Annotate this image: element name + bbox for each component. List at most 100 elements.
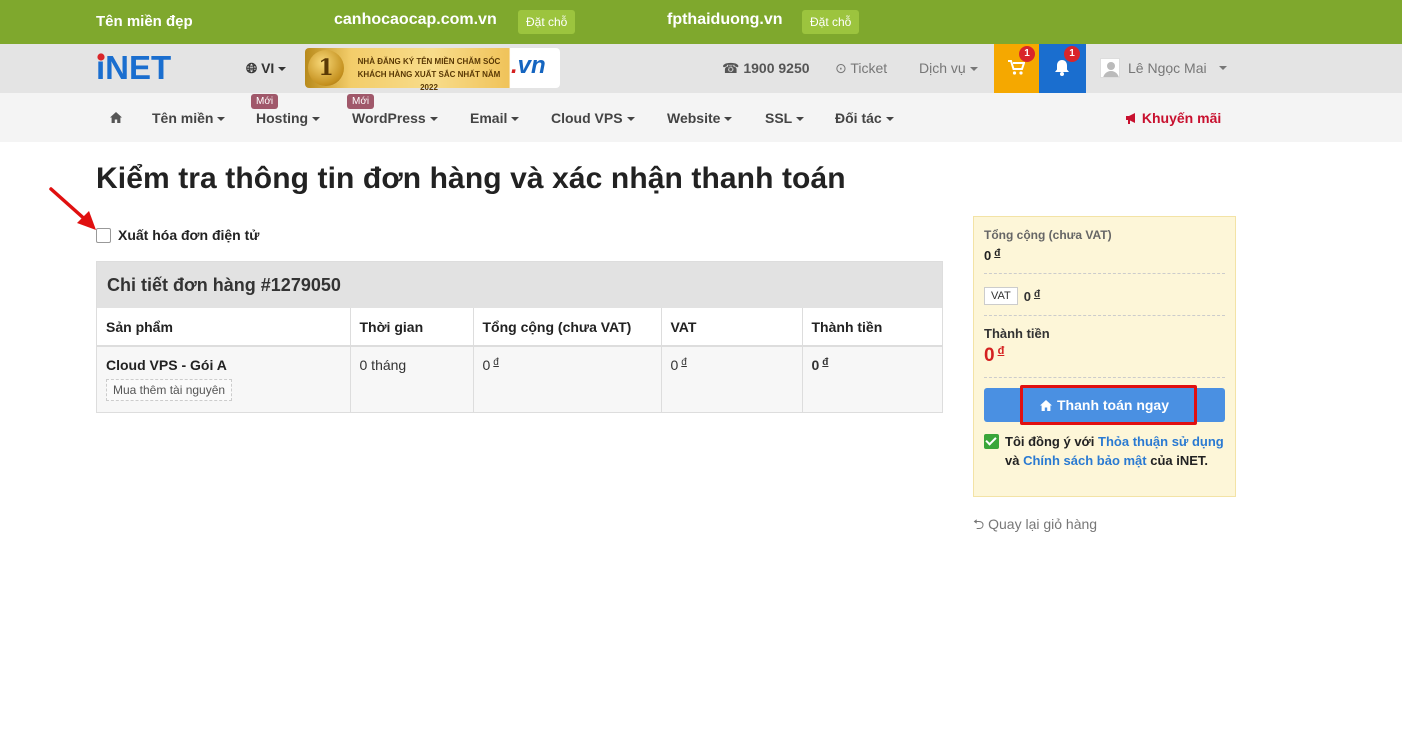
banner-line-1: NHÀ ĐĂNG KÝ TÊN MIỀN CHĂM SÓC (357, 57, 501, 66)
lifebuoy-icon: ⊙ (835, 60, 847, 76)
main-nav: Tên miền Mới Hosting Mới WordPress Email… (0, 93, 1402, 142)
nav-item-domain[interactable]: Tên miền (152, 110, 226, 126)
hotline[interactable]: ☎︎ 1900 9250 (722, 60, 810, 77)
nav-item-ssl[interactable]: SSL (765, 110, 805, 126)
logo-dot (97, 53, 105, 61)
chevron-down-icon (626, 117, 635, 122)
promo-title[interactable]: Tên miền đẹp (96, 13, 193, 30)
nav-item-website[interactable]: Website (667, 110, 733, 126)
notification-button[interactable]: 1 (1039, 44, 1086, 93)
inet-logo[interactable]: iNET (96, 52, 202, 84)
nav-item-email[interactable]: Email (470, 110, 520, 126)
hotline-number: 1900 9250 (743, 60, 810, 76)
nav-item-hosting[interactable]: Hosting (256, 110, 321, 126)
user-name: Lê Ngọc Mai (1128, 60, 1207, 76)
order-summary: Tổng cộng (chưa VAT) 0đ VAT 0đ Thành tiề… (973, 216, 1236, 497)
phone-icon: ☎︎ (722, 60, 740, 76)
product-name: Cloud VPS - Gói A (106, 357, 227, 373)
total-value: 0 (811, 357, 820, 373)
medal-icon: 1 (308, 50, 344, 86)
chevron-down-icon (724, 117, 733, 122)
red-arrow-annotation (49, 187, 96, 230)
chevron-down-icon (278, 67, 287, 72)
subtotal-cell: 0đ (473, 346, 662, 412)
chevron-down-icon (796, 117, 805, 122)
bell-icon (1055, 60, 1069, 76)
reserve-button-1[interactable]: Đặt chỗ (518, 10, 576, 34)
currency-symbol: đ (681, 357, 687, 368)
home-icon[interactable] (110, 112, 122, 123)
terms-link[interactable]: Thỏa thuận sử dụng (1098, 434, 1224, 449)
nav-label: Hosting (256, 110, 309, 126)
column-header: Thời gian (350, 308, 474, 347)
agree-and: và (1005, 453, 1020, 468)
vat-tag: VAT (984, 287, 1018, 305)
e-invoice-option[interactable]: Xuất hóa đơn điện tử (96, 227, 259, 243)
banner-text: NHÀ ĐĂNG KÝ TÊN MIỀN CHĂM SÓC KHÁCH HÀNG… (349, 55, 509, 94)
ticket-link[interactable]: ⊙ Ticket (835, 60, 887, 77)
promo-bar: Tên miền đẹp canhocaocap.com.vn Đặt chỗ … (0, 0, 1402, 44)
table-header-row: Sản phẩm Thời gian Tổng cộng (chưa VAT) … (97, 308, 942, 347)
vat-cell: 0đ (661, 346, 803, 412)
notification-count-badge: 1 (1064, 46, 1080, 62)
agree-checkbox[interactable] (984, 434, 999, 449)
banner-line-2: KHÁCH HÀNG XUẤT SẮC NHẤT NĂM 2022 (357, 70, 501, 92)
promo-domain-2[interactable]: fpthaiduong.vn (667, 11, 783, 29)
privacy-link[interactable]: Chính sách bảo mật (1023, 453, 1147, 468)
e-invoice-label: Xuất hóa đơn điện tử (118, 227, 260, 243)
vat-row: VAT 0đ (984, 287, 1225, 305)
subtotal-number: 0 (984, 248, 992, 263)
total-label: Thành tiền (984, 326, 1050, 341)
column-header: Tổng cộng (chưa VAT) (473, 308, 662, 347)
total-cell: 0đ (802, 346, 942, 412)
product-cell: Cloud VPS - Gói A Mua thêm tài nguyên (97, 346, 351, 412)
chevron-down-icon (1218, 66, 1227, 70)
nav-item-cloud-vps[interactable]: Cloud VPS (551, 110, 635, 126)
add-resources-button[interactable]: Mua thêm tài nguyên (106, 379, 233, 401)
cart-count-badge: 1 (1019, 46, 1035, 62)
new-badge-hosting: Mới (251, 94, 279, 109)
subtotal-amount: 0đ (984, 248, 1225, 263)
agree-suffix: của iNET. (1150, 453, 1209, 468)
service-menu[interactable]: Dịch vụ (919, 60, 978, 76)
page-title: Kiểm tra thông tin đơn hàng và xác nhận … (96, 162, 846, 195)
cart-icon (1008, 60, 1025, 75)
order-heading: Chi tiết đơn hàng #1279050 (97, 262, 942, 308)
currency-symbol: đ (997, 345, 1005, 357)
back-to-cart-label: Quay lại giỏ hàng (988, 516, 1098, 532)
pay-now-button[interactable]: Thanh toán ngay (984, 385, 1225, 425)
vat-amount: 0đ (1024, 289, 1040, 304)
chevron-down-icon (511, 117, 520, 122)
nav-label: Đối tác (835, 110, 882, 126)
promotion-link[interactable]: Khuyến mãi (1125, 110, 1221, 126)
divider (984, 315, 1225, 316)
cart-button[interactable]: 1 (994, 44, 1039, 93)
award-banner[interactable]: 1 NHÀ ĐĂNG KÝ TÊN MIỀN CHĂM SÓC KHÁCH HÀ… (305, 48, 560, 92)
new-badge-wordpress: Mới (347, 94, 375, 109)
column-header: VAT (661, 308, 803, 347)
e-invoice-checkbox[interactable] (96, 227, 111, 243)
agreement-text: Tôi đồng ý với Thỏa thuận sử dụng và Chí… (1005, 432, 1225, 470)
user-menu[interactable]: Lê Ngọc Mai (1100, 58, 1227, 78)
nav-item-partner[interactable]: Đối tác (835, 110, 894, 126)
nav-label: Cloud VPS (551, 110, 623, 126)
terms-agreement: Tôi đồng ý với Thỏa thuận sử dụng và Chí… (984, 432, 1225, 470)
chevron-down-icon (429, 117, 438, 122)
language-selector[interactable]: 🌐︎ VI (246, 60, 287, 77)
chevron-down-icon (312, 117, 321, 122)
chevron-down-icon (885, 117, 894, 122)
nav-item-wordpress[interactable]: WordPress (352, 110, 438, 126)
order-table: Sản phẩm Thời gian Tổng cộng (chưa VAT) … (97, 308, 942, 412)
ticket-label: Ticket (850, 60, 888, 76)
currency-symbol: đ (493, 357, 499, 368)
subtotal-label: Tổng cộng (chưa VAT) (984, 228, 1112, 242)
back-to-cart-link[interactable]: ⮌ Quay lại giỏ hàng (973, 514, 1097, 538)
reserve-button-2[interactable]: Đặt chỗ (802, 10, 860, 34)
globe-icon: 🌐︎ (246, 60, 258, 76)
avatar (1100, 58, 1120, 78)
promo-domain-1[interactable]: canhocaocap.com.vn (334, 11, 497, 29)
chevron-down-icon (969, 67, 978, 72)
vat-value: 0 (670, 357, 679, 373)
promotion-label: Khuyến mãi (1141, 110, 1222, 126)
language-label: VI (261, 60, 275, 76)
